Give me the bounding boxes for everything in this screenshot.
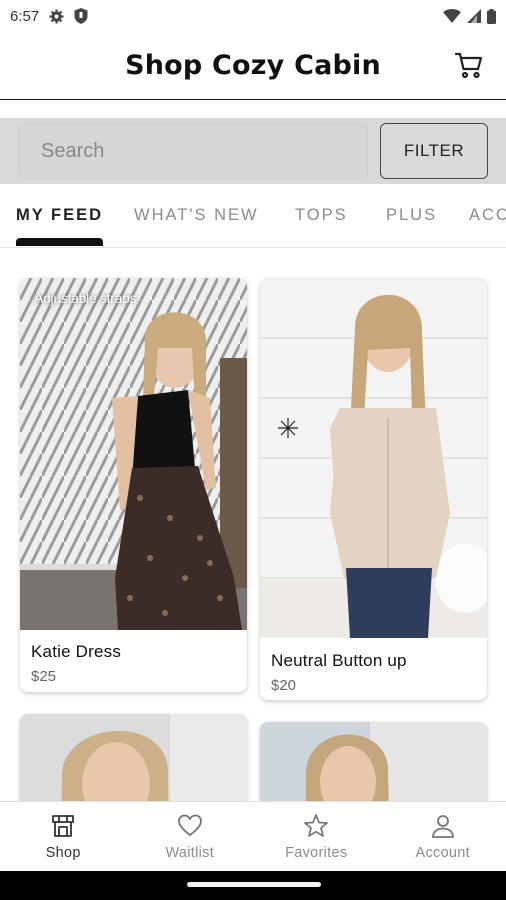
product-price: $20 (271, 677, 297, 694)
product-image (20, 714, 247, 801)
heart-icon (177, 814, 202, 836)
product-name: Katie Dress (31, 642, 122, 661)
cell-signal-icon (467, 9, 481, 23)
page-title: Shop Cozy Cabin (125, 50, 381, 81)
tab-acc[interactable]: ACC (469, 206, 506, 225)
star-icon (304, 814, 329, 837)
search-input[interactable] (41, 139, 367, 163)
nav-account-label: Account (415, 845, 470, 861)
battery-icon (487, 8, 496, 24)
product-image (260, 278, 487, 638)
nav-favorites-label: Favorites (285, 845, 348, 861)
shop-icon (52, 815, 75, 837)
bottom-navigation: Shop Waitlist Favorites Account (0, 801, 506, 871)
shield-icon (74, 8, 88, 24)
search-field[interactable] (18, 123, 368, 179)
product-image (260, 722, 487, 801)
product-card[interactable]: Neutral Button up $20 (260, 278, 487, 700)
nav-waitlist[interactable]: Waitlist (127, 802, 254, 871)
filter-button[interactable]: FILTER (380, 123, 488, 179)
product-name: Neutral Button up (271, 651, 407, 670)
cart-button[interactable] (454, 50, 484, 80)
tab-tops[interactable]: TOPS (295, 206, 348, 225)
nav-waitlist-label: Waitlist (165, 845, 215, 861)
product-card[interactable] (20, 714, 247, 801)
tab-whats-new[interactable]: WHAT'S NEW (134, 206, 259, 225)
image-caption: Adjustable straps (34, 290, 137, 306)
cart-icon (454, 52, 483, 79)
app-header: Shop Cozy Cabin (0, 32, 506, 100)
status-time: 6:57 (10, 7, 40, 25)
nav-shop[interactable]: Shop (0, 802, 127, 871)
system-gesture-bar (0, 871, 506, 900)
active-tab-indicator (16, 238, 103, 246)
nav-favorites[interactable]: Favorites (253, 802, 380, 871)
product-image: Adjustable straps (20, 278, 247, 630)
tab-plus[interactable]: PLUS (386, 206, 437, 225)
search-bar: FILTER (0, 118, 506, 184)
product-card[interactable]: Adjustable straps Katie Dress $25 (20, 278, 247, 692)
product-card[interactable] (260, 722, 487, 801)
status-bar: 6:57 (0, 0, 506, 32)
product-feed[interactable]: Adjustable straps Katie Dress $25 Neutra… (0, 248, 506, 801)
tab-my-feed[interactable]: MY FEED (16, 206, 103, 225)
home-gesture-handle[interactable] (187, 882, 321, 887)
product-price: $25 (31, 668, 57, 685)
nav-account[interactable]: Account (380, 802, 506, 871)
wifi-icon (443, 9, 461, 23)
settings-gear-icon (49, 8, 64, 24)
person-icon (431, 815, 454, 838)
nav-shop-label: Shop (45, 845, 81, 861)
